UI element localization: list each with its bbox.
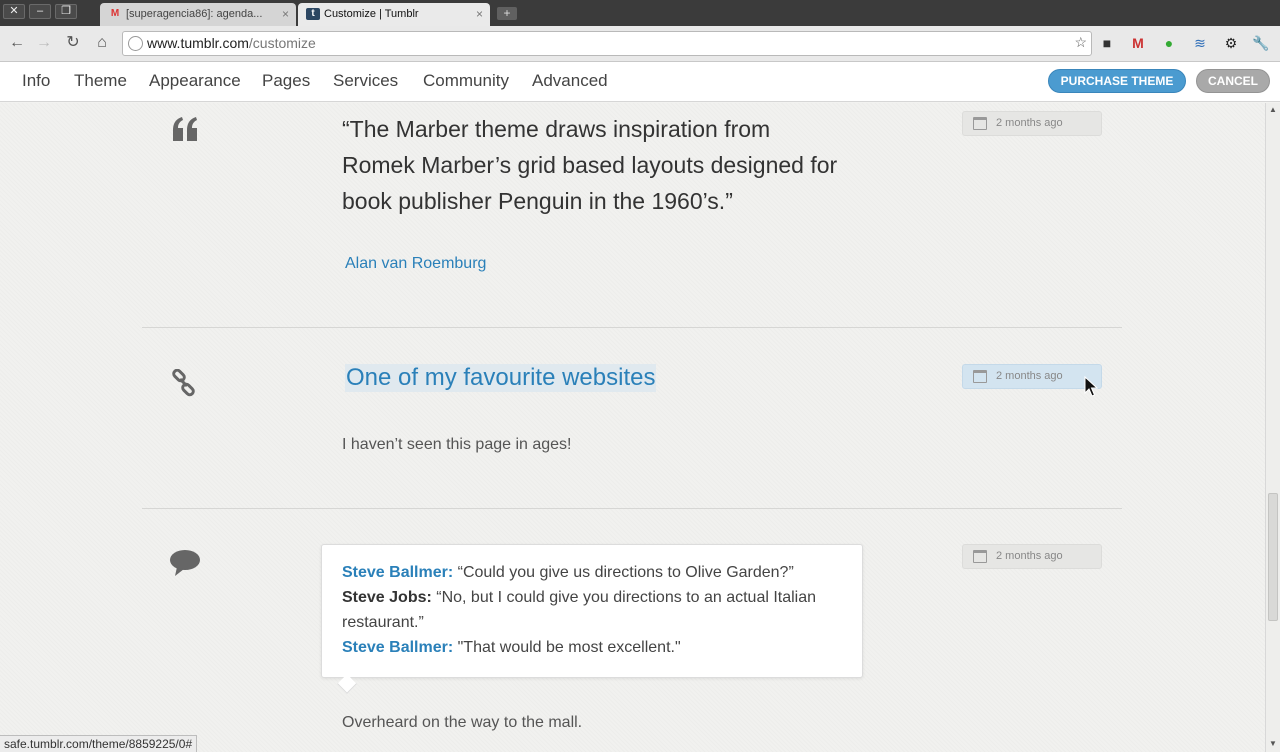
calendar-icon <box>973 370 987 383</box>
scroll-thumb[interactable] <box>1268 493 1278 621</box>
date-badge[interactable]: 2 months ago <box>962 544 1102 569</box>
cancel-button[interactable]: CANCEL <box>1196 69 1270 93</box>
tab-label: [superagencia86]: agenda... <box>126 8 263 20</box>
status-bar-url: safe.tumblr.com/theme/8859225/0# <box>0 735 198 752</box>
tumblr-icon: t <box>306 8 320 20</box>
address-url[interactable]: www.tumblr.com/customize <box>147 35 316 51</box>
back-arrow-icon[interactable]: ← <box>7 33 27 53</box>
bookmark-star-icon[interactable]: ☆ <box>1074 34 1087 51</box>
gmail-checker-icon[interactable]: M <box>1129 34 1147 52</box>
date-badge[interactable]: 2 months ago <box>962 364 1102 389</box>
window-restore-icon[interactable]: ❐ <box>55 4 77 19</box>
speech-bubble-icon <box>170 550 200 576</box>
chat-text: "That would be most excellent." <box>453 639 681 656</box>
menu-appearance[interactable]: Appearance <box>149 71 241 91</box>
address-bar[interactable]: www.tumblr.com/customize ☆ <box>122 31 1092 56</box>
calendar-icon <box>973 550 987 563</box>
browser-tab-bar: ✕ – ❐ M [superagencia86]: agenda... × t … <box>0 0 1280 26</box>
menu-theme[interactable]: Theme <box>74 71 127 91</box>
window-minimize-icon[interactable]: – <box>29 4 51 19</box>
quote-text: “The Marber theme draws inspiration from… <box>342 116 838 214</box>
extension-icon[interactable]: ● <box>1160 34 1178 52</box>
link-icon <box>172 369 195 397</box>
post-date: 2 months ago <box>996 117 1063 129</box>
chat-line: Steve Ballmer: "That would be most excel… <box>342 635 842 660</box>
menu-advanced[interactable]: Advanced <box>532 71 608 91</box>
chat-speaker: Steve Jobs: <box>342 589 432 606</box>
menu-info[interactable]: Info <box>22 71 50 91</box>
chat-caption: Overheard on the way to the mall. <box>342 714 583 731</box>
calendar-icon <box>973 117 987 130</box>
post-date: 2 months ago <box>996 550 1063 562</box>
mouse-cursor-icon <box>1084 376 1098 397</box>
chat-line: Steve Jobs: “No, but I could give you di… <box>342 585 842 635</box>
browser-tab-tumblr[interactable]: t Customize | Tumblr × <box>298 3 490 26</box>
link-post-title[interactable]: One of my favourite websites <box>345 364 657 392</box>
quote-source-link[interactable]: Alan van Roemburg <box>345 255 486 273</box>
tab-label: Customize | Tumblr <box>324 8 419 20</box>
chat-speaker: Steve Ballmer: <box>342 639 454 656</box>
browser-toolbar: ← → ↻ ⌂ www.tumblr.com/customize ☆ ■ M ●… <box>0 26 1280 62</box>
quote-icon <box>173 117 197 141</box>
scroll-up-arrow-icon[interactable]: ▲ <box>1268 105 1278 115</box>
browser-tab-gmail[interactable]: M [superagencia86]: agenda... × <box>100 3 296 26</box>
gmail-icon: M <box>110 8 120 19</box>
scroll-down-arrow-icon[interactable]: ▼ <box>1268 739 1278 749</box>
settings-gear-icon[interactable]: ⚙ <box>1222 34 1240 52</box>
chat-text: “Could you give us directions to Olive G… <box>453 564 794 581</box>
tab-close-icon[interactable]: × <box>282 3 289 25</box>
link-post-description: I haven’t seen this page in ages! <box>342 436 572 453</box>
window-close-icon[interactable]: ✕ <box>3 4 25 19</box>
forward-arrow-icon[interactable]: → <box>34 33 54 53</box>
chat-speaker: Steve Ballmer: <box>342 564 454 581</box>
menu-services[interactable]: Services <box>333 71 398 91</box>
tab-close-icon[interactable]: × <box>476 3 483 25</box>
vertical-scrollbar[interactable]: ▲ ▼ <box>1265 103 1280 752</box>
post-divider <box>142 508 1122 509</box>
menu-pages[interactable]: Pages <box>262 71 310 91</box>
theme-preview: “The Marber theme draws inspiration from… <box>0 103 1265 752</box>
chat-line: Steve Ballmer: “Could you give us direct… <box>342 560 842 585</box>
wrench-icon[interactable]: 🔧 <box>1252 34 1270 52</box>
delicious-icon[interactable]: ■ <box>1098 34 1116 52</box>
date-badge[interactable]: 2 months ago <box>962 111 1102 136</box>
post-date: 2 months ago <box>996 370 1063 382</box>
post-divider <box>142 327 1122 328</box>
globe-icon <box>128 36 143 51</box>
menu-community[interactable]: Community <box>423 71 509 91</box>
customize-header: Info Theme Appearance Pages Services Com… <box>0 62 1280 102</box>
chat-dialogue-box: Steve Ballmer: “Could you give us direct… <box>321 544 863 678</box>
purchase-theme-button[interactable]: PURCHASE THEME <box>1048 69 1186 93</box>
layers-icon[interactable]: ≋ <box>1191 34 1209 52</box>
new-tab-icon[interactable]: + <box>497 7 517 20</box>
reload-icon[interactable]: ↻ <box>63 33 83 53</box>
home-icon[interactable]: ⌂ <box>92 33 112 53</box>
